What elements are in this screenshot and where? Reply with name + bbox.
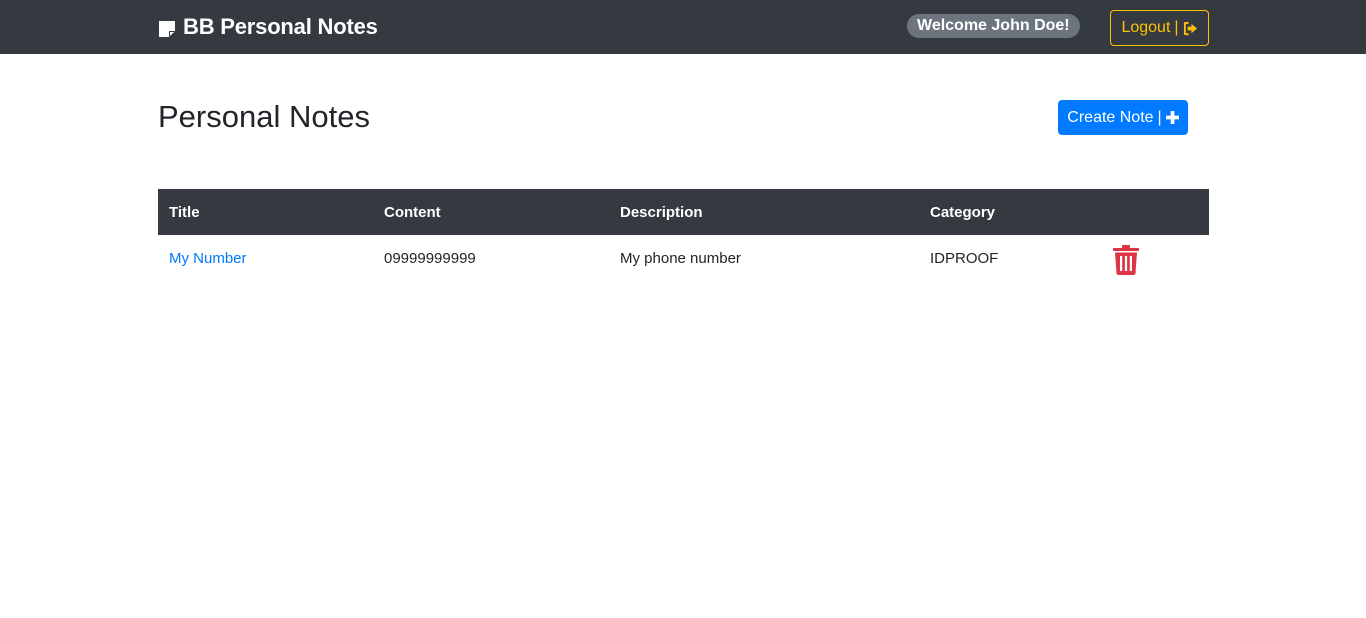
cell-description: My phone number xyxy=(620,249,741,267)
header-description: Description xyxy=(609,189,919,235)
header-category: Category xyxy=(919,189,1102,235)
logout-separator: | xyxy=(1174,19,1179,36)
sign-out-icon xyxy=(1183,21,1198,36)
create-note-label: Create Note xyxy=(1067,108,1154,126)
logout-button[interactable]: Logout | xyxy=(1110,10,1209,46)
note-title-link[interactable]: My Number xyxy=(169,250,247,267)
cell-actions xyxy=(1102,235,1209,281)
notes-table: Title Content Description Category My Nu… xyxy=(158,189,1209,281)
create-note-separator: | xyxy=(1157,108,1162,126)
header-title: Title xyxy=(158,189,373,235)
trash-icon[interactable] xyxy=(1113,244,1139,275)
header-actions xyxy=(1102,189,1209,235)
cell-title: My Number xyxy=(158,235,373,281)
navbar: BB Personal Notes Welcome John Doe! Logo… xyxy=(0,0,1366,54)
plus-icon xyxy=(1165,111,1179,124)
header-content: Content xyxy=(373,189,609,235)
create-note-button[interactable]: Create Note | xyxy=(1058,100,1188,135)
table-row: My Number 09999999999 My phone number ID… xyxy=(158,235,1209,281)
brand-text: BB Personal Notes xyxy=(183,14,378,39)
table-header: Title Content Description Category xyxy=(158,189,1209,235)
brand-link[interactable]: BB Personal Notes xyxy=(158,0,378,54)
page-title: Personal Notes xyxy=(158,99,370,134)
sticky-note-icon xyxy=(158,18,176,37)
cell-category: IDPROOF xyxy=(930,249,999,267)
cell-content: 09999999999 xyxy=(384,249,476,267)
welcome-badge: Welcome John Doe! xyxy=(907,14,1080,38)
logout-label: Logout xyxy=(1121,19,1171,36)
